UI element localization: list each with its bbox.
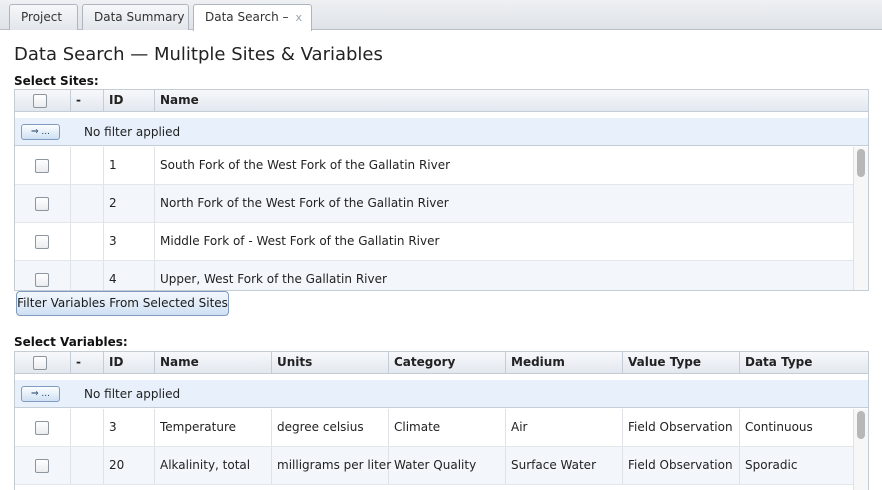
site-name: North Fork of the West Fork of the Galla… bbox=[160, 196, 449, 210]
variable-id: 20 bbox=[109, 458, 125, 472]
variable-medium: Surface Water bbox=[511, 458, 597, 472]
column-header-dash[interactable]: - bbox=[70, 352, 103, 374]
variables-grid-header: - ID Name Units Category Medium Value Ty… bbox=[15, 352, 868, 374]
filter-button[interactable]: ⇒ ... bbox=[21, 124, 60, 140]
filter-button[interactable]: ⇒ ... bbox=[21, 386, 60, 402]
row-checkbox[interactable] bbox=[35, 273, 49, 287]
filter-status: No filter applied bbox=[84, 387, 181, 401]
tab-data-summary[interactable]: Data Summary bbox=[82, 4, 189, 30]
site-id: 2 bbox=[109, 196, 117, 210]
select-variables-label: Select Variables: bbox=[14, 335, 128, 349]
table-row[interactable]: 4 Upper, West Fork of the Gallatin River bbox=[15, 261, 853, 290]
sites-filter-row: ⇒ ... No filter applied bbox=[15, 118, 868, 146]
tab-data-search[interactable]: Data Search – x bbox=[193, 4, 312, 31]
variables-grid: - ID Name Units Category Medium Value Ty… bbox=[14, 351, 869, 490]
variables-filter-row: ⇒ ... No filter applied bbox=[15, 380, 868, 408]
column-header-id[interactable]: ID bbox=[103, 90, 154, 112]
column-header-name[interactable]: Name bbox=[154, 90, 854, 112]
variable-value-type: Field Observation bbox=[628, 420, 733, 434]
variable-units: degree celsius bbox=[277, 420, 364, 434]
column-header-name[interactable]: Name bbox=[154, 352, 271, 374]
sites-grid: - ID Name ⇒ ... No filter applied 1 Sout… bbox=[14, 89, 869, 291]
filter-variables-button[interactable]: Filter Variables From Selected Sites bbox=[16, 291, 229, 316]
variable-data-type: Sporadic bbox=[745, 458, 798, 472]
site-id: 4 bbox=[109, 272, 117, 286]
table-row[interactable]: 1 South Fork of the West Fork of the Gal… bbox=[15, 147, 853, 185]
tab-label: Data Summary bbox=[94, 10, 185, 24]
row-checkbox[interactable] bbox=[35, 421, 49, 435]
page-title: Data Search — Mulitple Sites & Variables bbox=[14, 44, 383, 65]
tab-project[interactable]: Project bbox=[9, 4, 78, 30]
column-header-category[interactable]: Category bbox=[388, 352, 505, 374]
variable-category: Climate bbox=[394, 420, 441, 434]
variables-scrollbar[interactable] bbox=[853, 409, 868, 490]
column-header-id[interactable]: ID bbox=[103, 352, 154, 374]
scrollbar-thumb[interactable] bbox=[857, 411, 865, 439]
filter-status: No filter applied bbox=[84, 125, 181, 139]
tab-label: Project bbox=[21, 10, 63, 24]
column-header-value-type[interactable]: Value Type bbox=[622, 352, 739, 374]
site-id: 3 bbox=[109, 234, 117, 248]
table-row[interactable]: 2 North Fork of the West Fork of the Gal… bbox=[15, 185, 853, 223]
variable-units: milligrams per liter bbox=[277, 458, 392, 472]
site-id: 1 bbox=[109, 158, 117, 172]
column-header-units[interactable]: Units bbox=[271, 352, 388, 374]
select-all-checkbox[interactable] bbox=[33, 94, 47, 108]
close-icon[interactable]: x bbox=[295, 5, 302, 30]
variable-name: Alkalinity, total bbox=[160, 458, 251, 472]
scrollbar-thumb[interactable] bbox=[857, 149, 865, 177]
select-all-checkbox[interactable] bbox=[33, 356, 47, 370]
tab-label: Data Search – bbox=[205, 10, 289, 24]
row-checkbox[interactable] bbox=[35, 459, 49, 473]
sites-scrollbar[interactable] bbox=[853, 147, 868, 290]
select-all-column[interactable] bbox=[15, 90, 70, 112]
column-header-medium[interactable]: Medium bbox=[505, 352, 622, 374]
sites-grid-header: - ID Name bbox=[15, 90, 868, 112]
row-checkbox[interactable] bbox=[35, 159, 49, 173]
tab-bar: Project Data Summary Data Search – x bbox=[0, 0, 882, 31]
select-all-column[interactable] bbox=[15, 352, 70, 374]
site-name: Middle Fork of - West Fork of the Gallat… bbox=[160, 234, 440, 248]
column-header-dash[interactable]: - bbox=[70, 90, 103, 112]
table-row[interactable]: 20 Alkalinity, total milligrams per lite… bbox=[15, 447, 853, 485]
site-name: South Fork of the West Fork of the Galla… bbox=[160, 158, 451, 172]
variable-value-type: Field Observation bbox=[628, 458, 733, 472]
variable-data-type: Continuous bbox=[745, 420, 813, 434]
variable-id: 3 bbox=[109, 420, 117, 434]
column-header-data-type[interactable]: Data Type bbox=[739, 352, 868, 374]
site-name: Upper, West Fork of the Gallatin River bbox=[160, 272, 387, 286]
variable-name: Temperature bbox=[160, 420, 237, 434]
table-row[interactable]: 3 Middle Fork of - West Fork of the Gall… bbox=[15, 223, 853, 261]
variable-medium: Air bbox=[511, 420, 528, 434]
row-checkbox[interactable] bbox=[35, 197, 49, 211]
variable-category: Water Quality bbox=[394, 458, 477, 472]
select-sites-label: Select Sites: bbox=[14, 74, 99, 88]
row-checkbox[interactable] bbox=[35, 235, 49, 249]
table-row[interactable]: 3 Temperature degree celsius Climate Air… bbox=[15, 409, 853, 447]
